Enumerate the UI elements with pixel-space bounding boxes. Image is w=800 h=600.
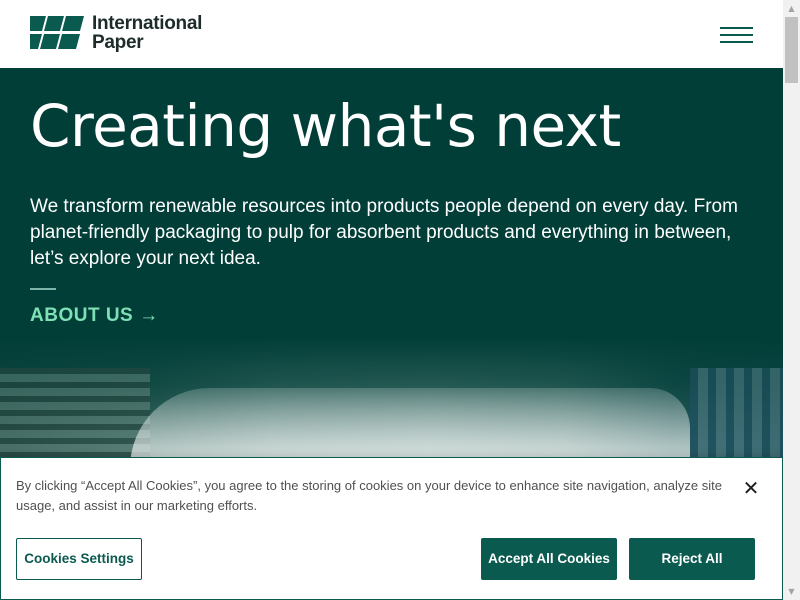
scroll-down-arrow-icon[interactable]: ▼ bbox=[783, 583, 800, 600]
about-us-label: ABOUT US bbox=[30, 305, 134, 326]
reject-all-button[interactable]: Reject All bbox=[629, 538, 755, 580]
menu-bar bbox=[720, 41, 753, 43]
scroll-up-arrow-icon[interactable]: ▲ bbox=[783, 0, 800, 17]
hamburger-menu-icon[interactable] bbox=[720, 24, 754, 46]
menu-bar bbox=[720, 34, 753, 36]
scrollbar-thumb[interactable] bbox=[785, 17, 798, 83]
browser-viewport: International Paper Creating what's next… bbox=[0, 0, 800, 600]
arrow-right-icon: → bbox=[139, 305, 159, 326]
hero-description: We transform renewable resources into pr… bbox=[30, 196, 738, 269]
hero-divider bbox=[30, 288, 56, 290]
cookies-settings-button[interactable]: Cookies Settings bbox=[16, 538, 142, 580]
page: International Paper Creating what's next… bbox=[0, 0, 783, 600]
cookie-consent-banner: By clicking “Accept All Cookies”, you ag… bbox=[0, 457, 783, 600]
accept-all-cookies-button[interactable]: Accept All Cookies bbox=[481, 538, 617, 580]
menu-bar bbox=[720, 27, 753, 29]
cookie-consent-text: By clicking “Accept All Cookies”, you ag… bbox=[16, 478, 722, 513]
site-header: International Paper bbox=[0, 0, 783, 68]
close-icon[interactable]: ✕ bbox=[741, 478, 761, 498]
logo-line-2: Paper bbox=[92, 32, 144, 53]
vertical-scrollbar[interactable]: ▲ ▼ bbox=[783, 0, 800, 600]
about-us-link[interactable]: ABOUT US → bbox=[30, 303, 159, 329]
international-paper-logo[interactable]: International Paper bbox=[30, 14, 202, 52]
hero-title: Creating what's next bbox=[30, 92, 621, 160]
logo-mark-icon bbox=[30, 16, 84, 49]
logo-wordmark: International Paper bbox=[92, 14, 202, 52]
logo-line-1: International bbox=[92, 13, 203, 34]
